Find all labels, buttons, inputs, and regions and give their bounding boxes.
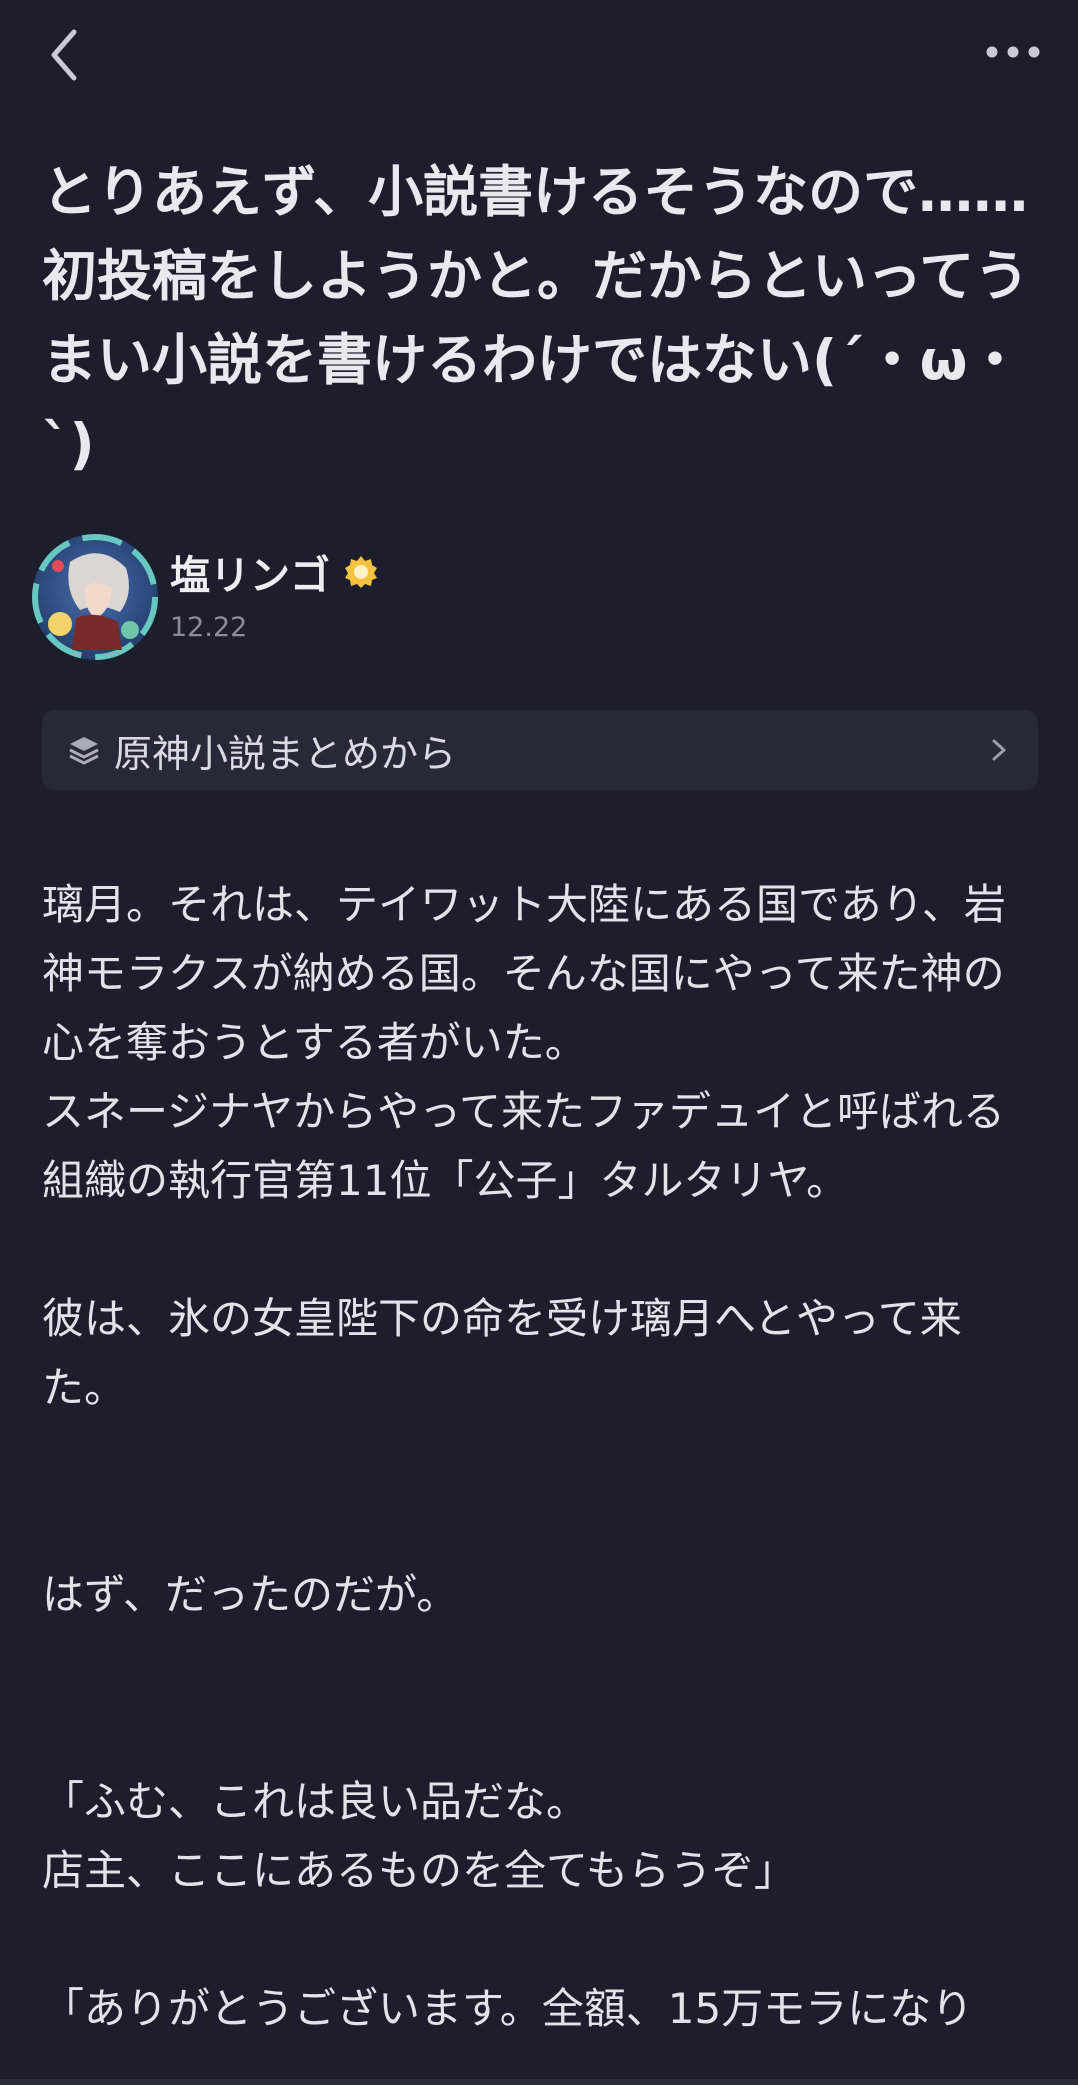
collection-link[interactable]: 原神小説まとめから [42,710,1038,790]
back-button[interactable] [40,20,100,90]
top-bar [0,0,1078,110]
body-paragraph: 璃月。それは、テイワット大陸にある国であり、岩神モラクスが納める国。そんな国にや… [42,880,1006,1205]
author-row: 塩リンゴ 12.22 [30,532,1030,662]
verified-badge-icon [345,556,377,588]
more-dots-icon [986,46,1040,58]
body-paragraph: 彼は、氷の女皇陛下の命を受け璃月へとやって来た。 [42,1294,962,1412]
body-paragraph: 「ふむ、これは良い品だな。 店主、ここにあるものを全てもらうぞ」 [42,1777,796,1895]
body-paragraph [42,1905,1042,1974]
more-options-button[interactable] [978,25,1048,80]
post-date: 12.22 [170,612,248,643]
author-name[interactable]: 塩リンゴ [170,543,330,601]
body-paragraph [42,1698,1042,1767]
author-name-wrap: 塩リンゴ [170,542,378,602]
avatar-image [32,534,158,660]
chevron-right-icon [992,739,1006,761]
collection-label: 原神小説まとめから [114,731,457,776]
body-paragraph [42,1422,1042,1491]
post-body: 璃月。それは、テイワット大陸にある国であり、岩神モラクスが納める国。そんな国にや… [42,870,1042,2043]
bottom-divider [0,2079,1078,2085]
body-paragraph [42,1215,1042,1284]
author-avatar[interactable] [30,532,160,662]
body-paragraph: はず、だったのだが。 [42,1570,459,1619]
post-title: とりあえず、小説書けるそうなので……初投稿をしようかと。だからといってうまい小説… [42,160,1030,476]
body-paragraph [42,1491,1042,1560]
post-page: とりあえず、小説書けるそうなので……初投稿をしようかと。だからといってうまい小説… [0,0,1078,2085]
chevron-left-icon [51,29,77,81]
body-paragraph [42,1629,1042,1698]
body-paragraph: 「ありがとうございます。全額、15万モラになり [42,1984,974,2033]
stack-layers-icon [69,737,99,765]
